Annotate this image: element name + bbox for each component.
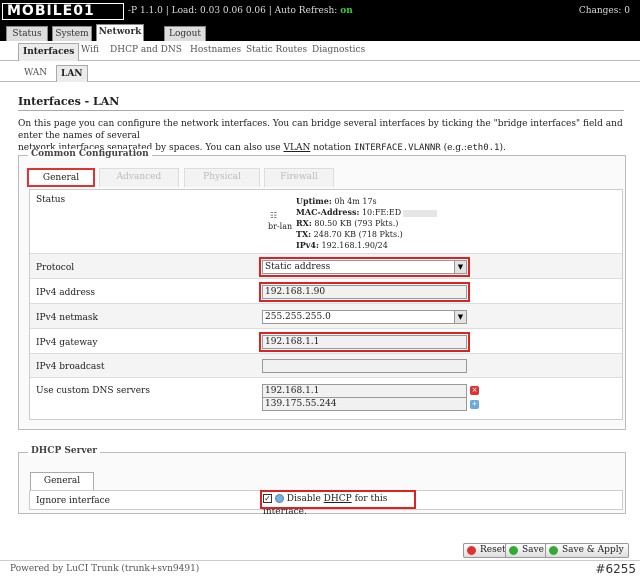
- tx-key: TX:: [296, 229, 312, 239]
- footer: Powered by LuCI Trunk (trunk+svn9491) #6…: [0, 560, 640, 578]
- ipv4-netmask-label: IPv4 netmask: [36, 313, 98, 323]
- tab-logout[interactable]: Logout: [164, 26, 206, 41]
- dns-server-input-2[interactable]: 139.175.55.244: [262, 397, 467, 411]
- ipv4-address-input[interactable]: 192.168.1.90: [259, 282, 470, 302]
- disable-dhcp-option: ✓ Disable DHCP for this interface.: [260, 490, 416, 517]
- status-details: Uptime: 0h 4m 17s MAC-Address: 10:FE:ED …: [296, 196, 438, 251]
- netmask-value: 255.255.255.0: [265, 312, 331, 322]
- dhcp-abbr: DHCP: [323, 494, 352, 504]
- watermark: #6255: [595, 562, 636, 576]
- top-bar: MOBILE01 -P 1.1.0 | Load: 0.03 0.06 0.06…: [0, 0, 640, 22]
- ipv4-address-label: IPv4 address: [36, 288, 96, 298]
- add-icon[interactable]: +: [470, 400, 479, 409]
- reset-button[interactable]: Reset: [463, 543, 511, 558]
- auto-refresh-toggle[interactable]: on: [340, 6, 353, 16]
- subtab-hostnames[interactable]: Hostnames: [190, 45, 241, 55]
- load-info: -P 1.1.0 | Load: 0.03 0.06 0.06 | Auto R…: [128, 6, 338, 16]
- desc-notation: notation: [313, 143, 352, 153]
- tab-advanced-settings[interactable]: Advanced Settings: [99, 168, 179, 199]
- protocol-value: Static address: [265, 262, 331, 272]
- ipv4-broadcast-label: IPv4 broadcast: [36, 362, 105, 372]
- mac-blur: [403, 209, 438, 217]
- disable-text: Disable: [286, 494, 321, 504]
- save-label: Save: [522, 545, 544, 555]
- changes-counter[interactable]: Changes: 0: [579, 6, 630, 16]
- uptime-value: 0h 4m 17s: [334, 197, 377, 206]
- mac-value: 10:FE:ED: [361, 208, 402, 217]
- common-config-legend: Common Configuration: [28, 149, 152, 159]
- save-apply-label: Save & Apply: [562, 545, 624, 555]
- subtab-diagnostics[interactable]: Diagnostics: [312, 45, 365, 55]
- subtab-interfaces[interactable]: Interfaces: [18, 43, 80, 61]
- protocol-select[interactable]: Static address ▼: [259, 257, 470, 277]
- desc-code: INTERFACE.VLANNR: [354, 143, 441, 153]
- reset-label: Reset: [480, 545, 506, 555]
- subtab-wifi[interactable]: Wifi: [81, 45, 99, 55]
- save-apply-button[interactable]: Save & Apply: [545, 543, 629, 558]
- ipv4-gateway-label: IPv4 gateway: [36, 338, 98, 348]
- rx-key: RX:: [296, 218, 312, 228]
- reset-icon: [467, 546, 476, 555]
- device-name: br-lan: [268, 222, 293, 231]
- tab-general-setup[interactable]: General Setup: [27, 168, 95, 200]
- vlan-abbr: VLAN: [283, 143, 311, 153]
- bridge-device-icon: ☷: [270, 211, 278, 220]
- ipv4-key: IPv4:: [296, 240, 319, 250]
- save-apply-icon: [549, 546, 558, 555]
- status-label: Status: [36, 195, 66, 205]
- tab-physical-settings[interactable]: Physical Settings: [184, 168, 260, 199]
- chevron-down-icon: ▼: [454, 261, 466, 273]
- ipv4-netmask-select[interactable]: 255.255.255.0 ▼: [262, 310, 467, 324]
- desc-line-1: On this page you can configure the netwo…: [18, 119, 623, 141]
- chevron-down-icon: ▼: [454, 311, 466, 323]
- tab-network[interactable]: Network: [96, 24, 144, 41]
- title-divider: [18, 110, 624, 111]
- interface-tabs: WAN LAN: [0, 61, 640, 82]
- ipv4-broadcast-input[interactable]: [262, 359, 467, 373]
- page-title: Interfaces - LAN: [18, 95, 120, 108]
- ipv4-gateway-input[interactable]: 192.168.1.1: [259, 332, 470, 352]
- save-button[interactable]: Save: [505, 543, 549, 558]
- rx-value: 80.50 KB (793 Pkts.): [314, 219, 399, 228]
- remove-icon[interactable]: ×: [470, 386, 479, 395]
- info-icon: [274, 494, 284, 503]
- dns-label: Use custom DNS servers: [36, 386, 150, 396]
- subtab-static-routes[interactable]: Static Routes: [246, 45, 307, 55]
- dhcp-legend: DHCP Server: [28, 446, 101, 456]
- tab-firewall-settings[interactable]: Firewall Settings: [264, 168, 334, 199]
- save-icon: [509, 546, 518, 555]
- logo: MOBILE01: [2, 3, 124, 20]
- tab-system[interactable]: System: [52, 26, 92, 41]
- disable-dhcp-checkbox[interactable]: ✓: [263, 494, 272, 503]
- tx-value: 248.70 KB (718 Pkts.): [313, 230, 403, 239]
- desc-eg: (e.g.:: [443, 143, 467, 153]
- protocol-label: Protocol: [36, 263, 75, 273]
- network-subtabs: Interfaces Wifi DHCP and DNS Hostnames S…: [0, 41, 640, 61]
- dhcp-tab-general-setup[interactable]: General Setup: [30, 472, 94, 503]
- uptime-key: Uptime:: [296, 196, 332, 206]
- tab-status[interactable]: Status: [6, 26, 48, 41]
- ignore-interface-label: Ignore interface: [36, 496, 111, 506]
- tab-lan[interactable]: LAN: [56, 65, 88, 82]
- desc-code-2: eth0.1: [466, 143, 500, 153]
- subtab-dhcp-dns[interactable]: DHCP and DNS: [110, 45, 182, 55]
- main-tabs: Status System Network Logout: [0, 22, 640, 41]
- dns-server-input-1[interactable]: 192.168.1.1: [262, 384, 467, 398]
- mac-key: MAC-Address:: [296, 207, 360, 217]
- desc-end: ).: [499, 143, 506, 153]
- tab-wan[interactable]: WAN: [24, 68, 47, 78]
- powered-by: Powered by LuCI Trunk (trunk+svn9491): [10, 564, 200, 574]
- system-info: -P 1.1.0 | Load: 0.03 0.06 0.06 | Auto R…: [128, 6, 353, 16]
- ipv4-value: 192.168.1.90/24: [321, 241, 388, 250]
